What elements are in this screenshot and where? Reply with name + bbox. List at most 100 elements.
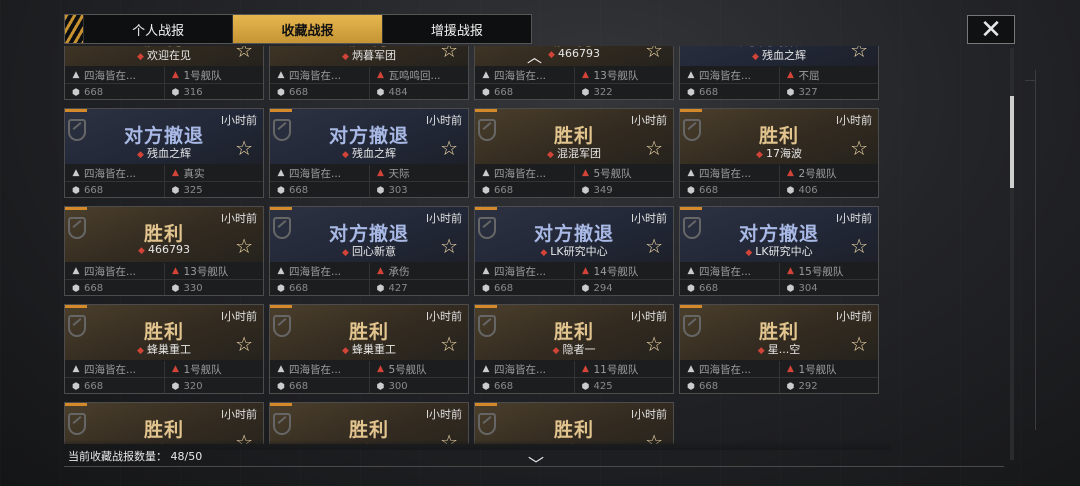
tab-reinforcement-reports[interactable]: 增援战报 [381, 15, 531, 43]
battle-report-card[interactable]: l小时前 胜利 ◆ 17海波 ☆ ▲ 四海皆在... ▲ 2号舰队 ⬢ 668 ⬢ 406 [679, 108, 879, 198]
fleet-stats-row: ⬢ 668 ⬢ 484 [270, 84, 468, 99]
star-icon[interactable]: ☆ [645, 236, 663, 256]
own-stat-cell: ⬢ 668 [65, 378, 164, 393]
tab-personal-reports[interactable]: 个人战报 [83, 15, 232, 43]
star-icon[interactable]: ☆ [645, 138, 663, 158]
scrollbar-thumb[interactable] [1010, 96, 1014, 188]
enemy-fleet-name: 15号舰队 [798, 265, 844, 278]
ship-icon: ⬢ [786, 185, 795, 196]
enemy-mark-icon: ◆ [752, 52, 759, 62]
fleet-names-row: ▲ 四海皆在... ▲ 13号舰队 [65, 263, 263, 280]
enemy-power: 292 [798, 381, 818, 392]
enemy-mark-icon: ◆ [342, 150, 349, 160]
battle-report-card[interactable]: l小时前 对方撤退 ◆ LK研究中心 ☆ ▲ 四海皆在... ▲ 14号舰队 ⬢ 668 ⬢ 294 [474, 206, 674, 296]
star-icon[interactable]: ☆ [235, 236, 253, 256]
own-fleet-name: 四海皆在... [84, 363, 137, 376]
card-corner-accent [65, 207, 87, 210]
star-icon[interactable]: ☆ [645, 46, 663, 60]
star-icon[interactable]: ☆ [440, 334, 458, 354]
battle-report-card[interactable]: l小时前 胜利 ◆ 隐者一 ☆ ▲ 四海皆在... ▲ 11号舰队 ⬢ 668 ⬢ 425 [474, 304, 674, 394]
opponent-name: 回心新意 [351, 245, 396, 258]
star-icon[interactable]: ☆ [440, 236, 458, 256]
star-icon[interactable]: ☆ [850, 138, 868, 158]
ship-icon: ⬢ [376, 185, 385, 196]
battle-report-card[interactable]: l小时前 对方撤退 ◆ 残血之辉 ☆ ▲ 四海皆在... ▲ 天际 ⬢ 668 ⬢ 303 [269, 108, 469, 198]
opponent-name-row: ◆ 星...空 [680, 341, 878, 357]
enemy-fleet-icon: ▲ [172, 168, 179, 178]
ship-icon: ⬢ [482, 185, 490, 196]
tab-stripe-decoration [65, 15, 83, 43]
enemy-stat-cell: ⬢ 303 [368, 182, 469, 197]
star-icon[interactable]: ☆ [850, 334, 868, 354]
fleet-names-row: ▲ 四海皆在... ▲ 1号舰队 [65, 67, 263, 84]
enemy-mark-icon: ◆ [547, 150, 554, 160]
own-fleet-cell: ▲ 四海皆在... [270, 263, 369, 279]
enemy-mark-icon: ◆ [137, 346, 144, 356]
opponent-name: LK研究中心 [550, 245, 608, 258]
close-button[interactable]: ✕ [967, 15, 1015, 44]
opponent-name-row: ◆ 蜂巢重工 [270, 341, 468, 357]
enemy-fleet-cell: ▲ 13号舰队 [573, 67, 674, 83]
enemy-fleet-name: 13号舰队 [183, 265, 229, 278]
battle-result: 对方撤退 [738, 223, 819, 245]
star-icon[interactable]: ☆ [235, 46, 253, 60]
star-icon[interactable]: ☆ [235, 334, 253, 354]
battle-report-card[interactable]: l小时前 胜利 ◆ 星...空 ☆ ▲ 四海皆在... ▲ 1号舰队 ⬢ 668 ⬢ 292 [679, 304, 879, 394]
battle-report-card[interactable]: l小时前 对方撤退 ◆ LK研究中心 ☆ ▲ 四海皆在... ▲ 15号舰队 ⬢ 668 ⬢ 304 [679, 206, 879, 296]
fleet-icon: ▲ [482, 168, 490, 178]
fleet-stats-row: ⬢ 668 ⬢ 330 [65, 280, 263, 295]
enemy-power: 425 [593, 381, 613, 392]
battle-report-card[interactable]: 胜利◆466793☆▲四海皆在...▲13号舰队⬢668⬢322 [474, 46, 674, 100]
enemy-power: 316 [183, 87, 203, 98]
battle-report-card[interactable]: l小时前 胜利 ◆ 混混军团 ☆ ▲ 四海皆在... ▲ 5号舰队 ⬢ 668 ⬢ 349 [474, 108, 674, 198]
battle-report-card[interactable]: 胜利◆欢迎在见☆▲四海皆在...▲1号舰队⬢668⬢316 [64, 46, 264, 100]
star-icon[interactable]: ☆ [645, 334, 663, 354]
enemy-fleet-cell: ▲ 天际 [368, 165, 469, 181]
star-icon[interactable]: ☆ [440, 46, 458, 60]
opponent-name-row: ◆ 残血之辉 [270, 145, 468, 161]
battle-report-card[interactable]: l小时前胜利◆☆▲▲⬢⬢ [269, 402, 469, 444]
battle-report-card[interactable]: l小时前 胜利 ◆ 蜂巢重工 ☆ ▲ 四海皆在... ▲ 5号舰队 ⬢ 668 ⬢ 300 [269, 304, 469, 394]
ship-icon: ⬢ [171, 87, 180, 98]
enemy-fleet-icon: ▲ [787, 168, 794, 178]
own-fleet-name: 四海皆在... [699, 69, 752, 82]
fleet-stats-row: ⬢ 668 ⬢ 425 [475, 378, 673, 393]
chevron-up-icon[interactable]: ︿ [527, 46, 542, 67]
own-stat-cell: ⬢ 668 [270, 280, 369, 295]
own-power: 668 [494, 283, 514, 294]
star-icon[interactable]: ☆ [235, 138, 253, 158]
chevron-down-icon[interactable]: ﹀ [528, 451, 544, 475]
star-icon[interactable]: ☆ [850, 46, 868, 60]
battle-report-card[interactable]: l小时前 胜利 ◆ 466793 ☆ ▲ 四海皆在... ▲ 13号舰队 ⬢ 668 ⬢ 330 [64, 206, 264, 296]
opponent-name-row: ◆ 隐者一 [475, 341, 673, 357]
fleet-icon: ▲ [72, 266, 80, 276]
own-power: 668 [289, 283, 309, 294]
enemy-fleet-icon: ▲ [377, 70, 384, 80]
fleet-stats-row: ⬢ 668 ⬢ 316 [65, 84, 263, 99]
battle-report-card[interactable]: l小时前胜利◆☆▲▲⬢⬢ [474, 402, 674, 444]
tab-favorite-reports[interactable]: 收藏战报 [232, 15, 382, 43]
own-fleet-name: 四海皆在... [289, 265, 342, 278]
own-stat-cell: ⬢ 668 [475, 280, 574, 295]
battle-report-card[interactable]: 对方撤退◆残血之辉☆▲四海皆在...▲不屈⬢668⬢327 [679, 46, 879, 100]
enemy-mark-icon: ◆ [756, 150, 763, 160]
ship-icon: ⬢ [277, 283, 285, 294]
own-power: 668 [84, 283, 104, 294]
battle-result: 胜利 [348, 419, 389, 441]
star-icon[interactable]: ☆ [440, 138, 458, 158]
enemy-power: 484 [388, 87, 408, 98]
own-fleet-name: 四海皆在... [84, 265, 137, 278]
opponent-name: 466793 [557, 47, 600, 60]
fleet-stats-row: ⬢ 668 ⬢ 427 [270, 280, 468, 295]
battle-report-card[interactable]: l小时前 胜利 ◆ 蜂巢重工 ☆ ▲ 四海皆在... ▲ 1号舰队 ⬢ 668 ⬢ 320 [64, 304, 264, 394]
fleet-stats-row: ⬢ 668 ⬢ 294 [475, 280, 673, 295]
ship-icon: ⬢ [376, 381, 385, 392]
battle-report-card[interactable]: 胜利◆炳暮军团☆▲四海皆在...▲瓦鸣鸣回...⬢668⬢484 [269, 46, 469, 100]
battle-report-card[interactable]: l小时前 对方撤退 ◆ 残血之辉 ☆ ▲ 四海皆在... ▲ 真实 ⬢ 668 ⬢ 325 [64, 108, 264, 198]
enemy-fleet-name: 不屈 [798, 69, 820, 82]
battle-report-card[interactable]: l小时前胜利◆☆▲▲⬢⬢ [64, 402, 264, 444]
report-grid[interactable]: 胜利◆欢迎在见☆▲四海皆在...▲1号舰队⬢668⬢316胜利◆炳暮军团☆▲四海… [60, 46, 890, 444]
star-icon[interactable]: ☆ [850, 236, 868, 256]
ship-icon: ⬢ [72, 283, 80, 294]
battle-report-card[interactable]: l小时前 对方撤退 ◆ 回心新意 ☆ ▲ 四海皆在... ▲ 承伤 ⬢ 668 ⬢ 427 [269, 206, 469, 296]
